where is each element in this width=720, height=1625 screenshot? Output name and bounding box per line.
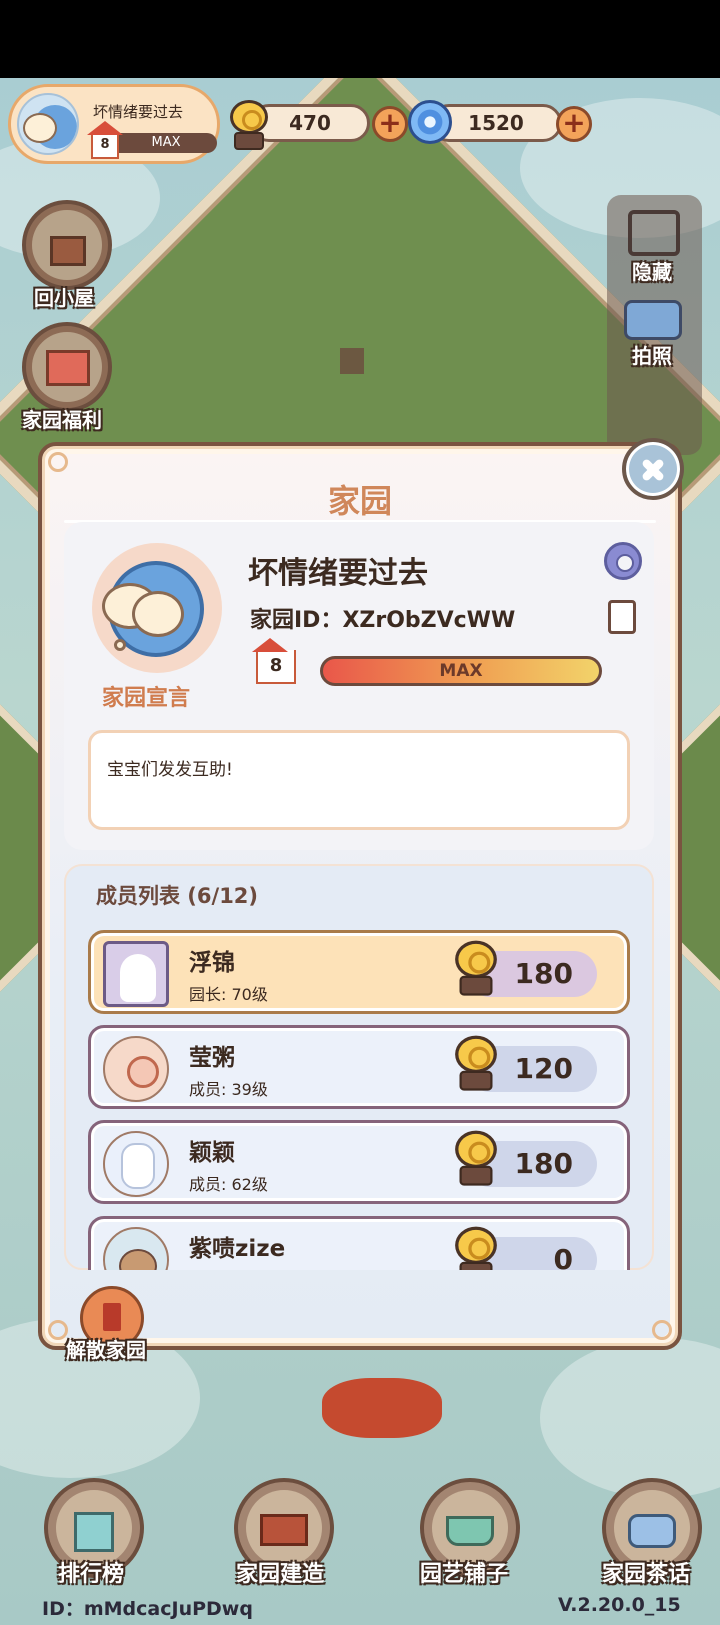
- member-name: 莹粥: [189, 1045, 235, 1071]
- member-avatar: [103, 1227, 169, 1270]
- snail-coin-icon: [451, 936, 502, 998]
- corner-ornament: [652, 1320, 672, 1340]
- photo-label: 拍照: [632, 344, 672, 368]
- member-avatar: [103, 1036, 169, 1102]
- snail-coin-icon: [226, 96, 272, 152]
- user-id: ID：mMdcacJuPDwq: [42, 1598, 253, 1620]
- blue-orb-icon: [408, 100, 452, 144]
- declaration-label: 家园宣言: [102, 686, 191, 711]
- snail-coin-icon: [451, 1222, 502, 1270]
- garden-avatar: [17, 93, 79, 155]
- member-row[interactable]: 颖颖 成员: 62级 180: [88, 1120, 630, 1204]
- member-row[interactable]: 紫啧zize 0: [88, 1216, 630, 1270]
- corner-ornament: [48, 452, 68, 472]
- corner-ornament: [48, 1320, 68, 1340]
- cloud: [540, 1338, 720, 1498]
- member-row-clip: 紫啧zize 0: [64, 1216, 654, 1270]
- declaration-text: 宝宝们发发互助!: [107, 760, 233, 780]
- version-label: V.2.20.0_15: [558, 1594, 681, 1616]
- house-level-icon: 8: [252, 638, 296, 684]
- garden-profile-badge[interactable]: 坏情绪要过去 MAX 8: [8, 84, 220, 164]
- leaderboard-label: 排行榜: [58, 1562, 125, 1587]
- snail-coin-icon: [451, 1031, 502, 1093]
- member-role: 园长: 70级: [189, 985, 268, 1004]
- member-avatar: [103, 941, 169, 1007]
- status-bar: [0, 0, 720, 78]
- hide-icon[interactable]: [628, 210, 680, 256]
- garden-build-label: 家园建造: [236, 1562, 325, 1587]
- snail-coin-icon: [451, 1126, 502, 1188]
- garden-chat-label: 家园茶话: [602, 1562, 691, 1587]
- add-snail-coin-button[interactable]: +: [372, 106, 408, 142]
- garden-title: 坏情绪要过去: [248, 556, 428, 591]
- dialog-title: 家园: [327, 482, 392, 520]
- camera-icon[interactable]: [624, 300, 682, 340]
- member-name: 浮锦: [189, 950, 235, 976]
- flower-bed: [322, 1378, 442, 1438]
- hide-label: 隐藏: [632, 260, 672, 284]
- close-icon[interactable]: [622, 438, 684, 500]
- member-list-title: 成员列表 (6/12): [96, 884, 259, 908]
- member-name: 紫啧zize: [189, 1236, 286, 1262]
- home-button[interactable]: [22, 200, 112, 290]
- garden-name: 坏情绪要过去: [93, 103, 184, 121]
- garden-id: 家园ID：XZrObZVcWW: [250, 608, 516, 633]
- member-avatar: [103, 1131, 169, 1197]
- garden-avatar-large[interactable]: [92, 543, 222, 673]
- declaration-box[interactable]: 宝宝们发发互助!: [88, 730, 630, 830]
- home-label: 回小屋: [34, 286, 94, 310]
- garden-welfare-button[interactable]: [22, 322, 112, 412]
- copy-id-icon[interactable]: [601, 595, 636, 634]
- member-role: 成员: 39级: [189, 1080, 268, 1099]
- member-name: 颖颖: [189, 1140, 235, 1166]
- garden-shop-label: 园艺铺子: [420, 1562, 509, 1587]
- garden-welfare-label: 家园福利: [22, 408, 102, 432]
- add-orb-button[interactable]: +: [556, 106, 592, 142]
- signpost[interactable]: [340, 348, 364, 374]
- garden-level-progress: MAX: [320, 656, 602, 686]
- member-role: 成员: 62级: [189, 1175, 268, 1194]
- disband-label[interactable]: 解散家园: [66, 1334, 146, 1363]
- member-row[interactable]: 浮锦 园长: 70级 180: [88, 930, 630, 1014]
- house-level-icon: 8: [87, 121, 123, 159]
- member-row[interactable]: 莹粥 成员: 39级 120: [88, 1025, 630, 1109]
- settings-gear-icon[interactable]: [604, 542, 642, 580]
